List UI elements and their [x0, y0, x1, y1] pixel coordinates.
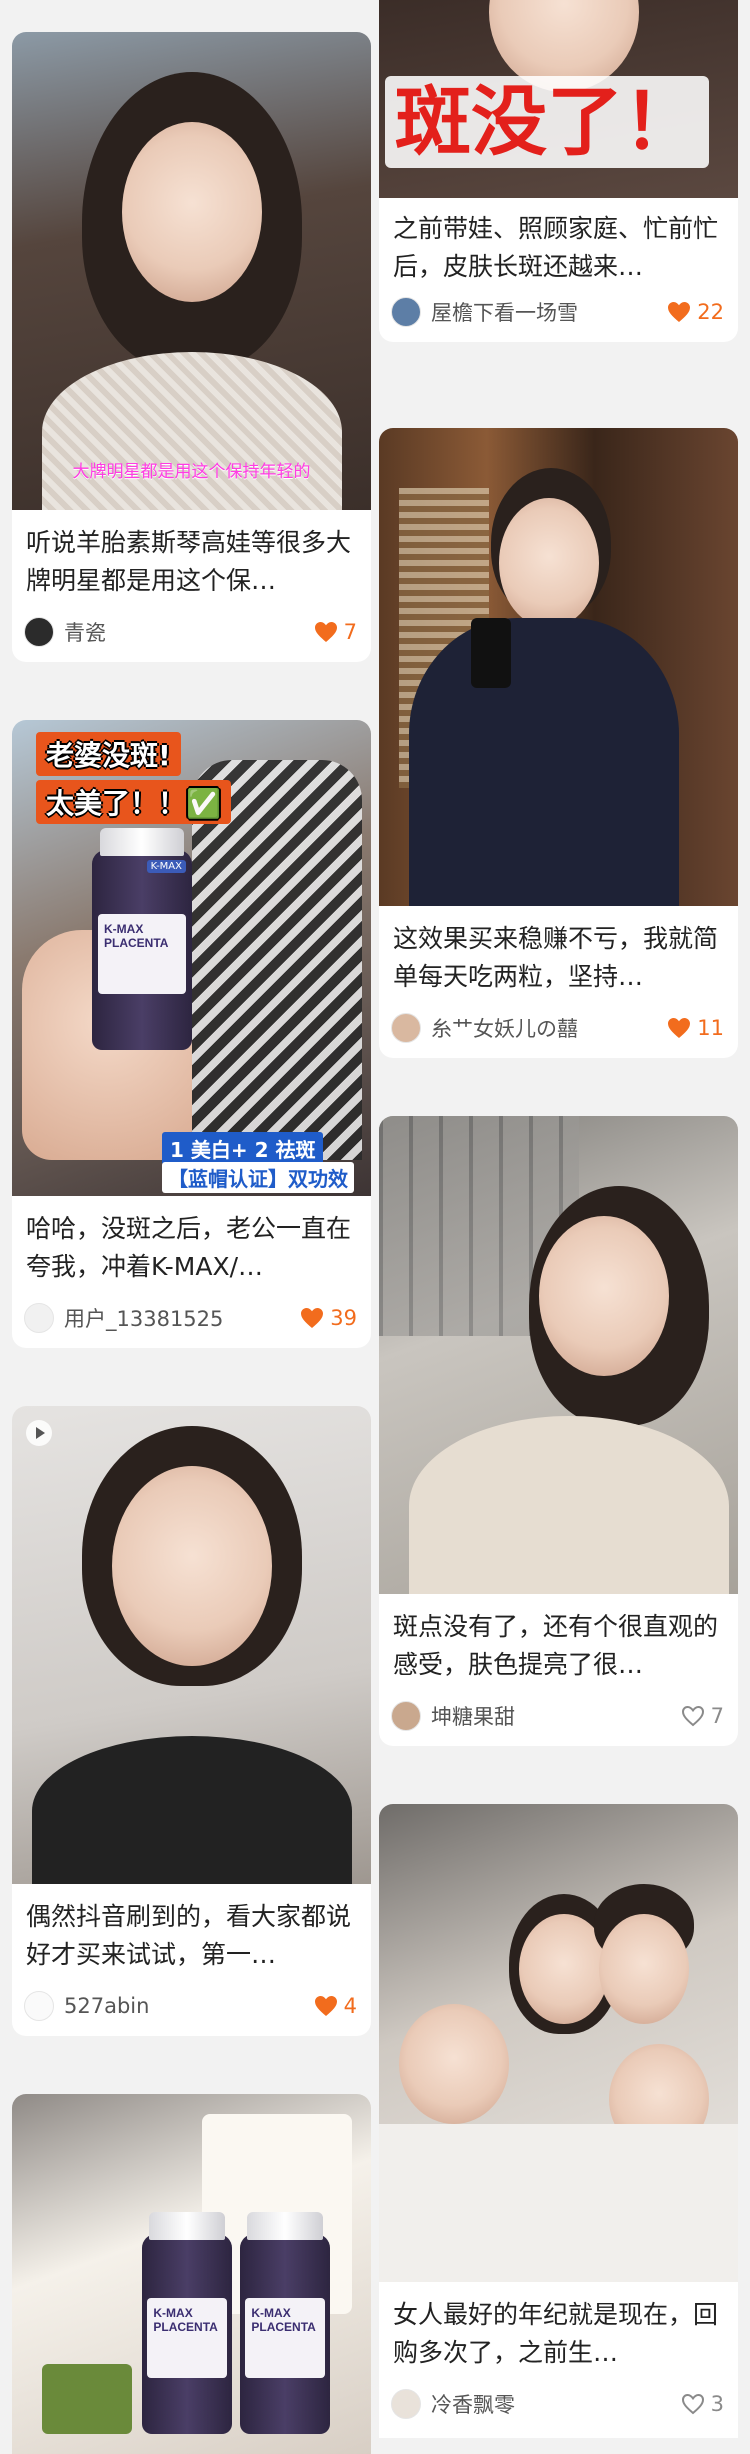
post-title[interactable]: 听说羊胎素斯琴高娃等很多大牌明星都是用这个保…	[26, 524, 357, 600]
avatar[interactable]	[391, 297, 421, 327]
post-image[interactable]	[379, 1116, 738, 1594]
username[interactable]: 屋檐下看一场雪	[431, 297, 667, 327]
image-caption: 大牌明星都是用这个保持年轻的	[72, 462, 311, 482]
post-card[interactable]: 斑点没有了，还有个很直观的感受，肤色提亮了很… 坤糖果甜 7	[379, 1116, 738, 1746]
heart-filled-icon	[668, 302, 691, 322]
avatar[interactable]	[391, 1701, 421, 1731]
username[interactable]: 用户_13381525	[64, 1303, 300, 1333]
post-card[interactable]: 斑没了！ 之前带娃、照顾家庭、忙前忙后，皮肤长斑还越来… 屋檐下看一场雪 22	[379, 0, 738, 342]
post-image[interactable]	[12, 1406, 371, 1884]
like-count: 7	[343, 620, 357, 644]
username[interactable]: 坤糖果甜	[431, 1701, 681, 1731]
heart-filled-icon	[301, 1308, 324, 1328]
sticker-text: 老婆没斑!	[36, 732, 181, 776]
like-button[interactable]: 39	[300, 1306, 357, 1330]
like-button[interactable]: 3	[681, 2392, 724, 2416]
post-meta: 青瓷 7	[24, 616, 357, 648]
post-title[interactable]: 女人最好的年纪就是现在，回购多次了，之前生…	[393, 2296, 724, 2372]
like-button[interactable]: 11	[667, 1016, 724, 1040]
badge: 【蓝帽认证】双功效	[162, 1162, 354, 1193]
heart-outline-icon	[681, 1705, 704, 1727]
like-count: 7	[710, 1704, 724, 1728]
post-image[interactable]: K-MAX PLACENTA K-MAX PLACENTA	[12, 2094, 371, 2454]
post-meta: 屋檐下看一场雪 22	[391, 296, 724, 328]
like-count: 3	[710, 2392, 724, 2416]
product-bottle: K-MAX PLACENTA	[240, 2212, 330, 2434]
heart-filled-icon	[314, 622, 337, 642]
heart-filled-icon	[314, 1996, 337, 2016]
username[interactable]: 糸艹女妖儿の囍	[431, 1013, 667, 1043]
post-title[interactable]: 哈哈，没斑之后，老公一直在夸我，冲着K-MAX/…	[26, 1210, 357, 1286]
post-meta: 527abin 4	[24, 1990, 357, 2022]
username[interactable]: 青瓷	[64, 617, 314, 647]
post-title[interactable]: 之前带娃、照顾家庭、忙前忙后，皮肤长斑还越来…	[393, 210, 724, 286]
post-image[interactable]	[379, 428, 738, 906]
post-title[interactable]: 斑点没有了，还有个很直观的感受，肤色提亮了很…	[393, 1608, 724, 1684]
post-meta: 冷香飘零 3	[391, 2388, 724, 2420]
post-meta: 用户_13381525 39	[24, 1302, 357, 1334]
username[interactable]: 冷香飘零	[431, 2389, 681, 2419]
post-card[interactable]: 女人最好的年纪就是现在，回购多次了，之前生… 冷香飘零 3	[379, 1804, 738, 2438]
post-meta: 坤糖果甜 7	[391, 1700, 724, 1732]
like-button[interactable]: 7	[681, 1704, 724, 1728]
sticker-text: 太美了！！✅	[36, 780, 231, 824]
like-button[interactable]: 4	[314, 1994, 357, 2018]
image-banner: 斑没了！	[385, 76, 709, 168]
like-count: 11	[697, 1016, 724, 1040]
post-card[interactable]: 大牌明星都是用这个保持年轻的 听说羊胎素斯琴高娃等很多大牌明星都是用这个保… 青…	[12, 32, 371, 662]
post-card[interactable]: 这效果买来稳赚不亏，我就简单每天吃两粒，坚持… 糸艹女妖儿の囍 11	[379, 428, 738, 1058]
heart-filled-icon	[668, 1018, 691, 1038]
post-image[interactable]: 老婆没斑! 太美了！！✅ K-MAX K-MAX PLACENTA 1 美白+ …	[12, 720, 371, 1196]
like-button[interactable]: 7	[314, 620, 357, 644]
post-card[interactable]: K-MAX PLACENTA K-MAX PLACENTA	[12, 2094, 371, 2454]
post-card[interactable]: 偶然抖音刷到的，看大家都说好才买来试试，第一… 527abin 4	[12, 1406, 371, 2036]
post-image[interactable]	[379, 1804, 738, 2282]
avatar[interactable]	[391, 1013, 421, 1043]
avatar[interactable]	[24, 617, 54, 647]
heart-outline-icon	[681, 2393, 704, 2415]
avatar[interactable]	[391, 2389, 421, 2419]
product-bottle: K-MAX K-MAX PLACENTA	[92, 828, 192, 1050]
post-title[interactable]: 这效果买来稳赚不亏，我就简单每天吃两粒，坚持…	[393, 920, 724, 996]
post-image[interactable]: 斑没了！	[379, 0, 738, 198]
avatar[interactable]	[24, 1991, 54, 2021]
product-bottle: K-MAX PLACENTA	[142, 2212, 232, 2434]
avatar[interactable]	[24, 1303, 54, 1333]
play-icon[interactable]	[26, 1420, 52, 1446]
like-button[interactable]: 22	[667, 300, 724, 324]
badge: 1 美白+ 2 祛斑	[162, 1132, 324, 1165]
post-title[interactable]: 偶然抖音刷到的，看大家都说好才买来试试，第一…	[26, 1898, 357, 1974]
username[interactable]: 527abin	[64, 1994, 314, 2018]
like-count: 4	[343, 1994, 357, 2018]
post-image[interactable]: 大牌明星都是用这个保持年轻的	[12, 32, 371, 510]
post-card[interactable]: 老婆没斑! 太美了！！✅ K-MAX K-MAX PLACENTA 1 美白+ …	[12, 720, 371, 1348]
like-count: 39	[330, 1306, 357, 1330]
post-meta: 糸艹女妖儿の囍 11	[391, 1012, 724, 1044]
like-count: 22	[697, 300, 724, 324]
